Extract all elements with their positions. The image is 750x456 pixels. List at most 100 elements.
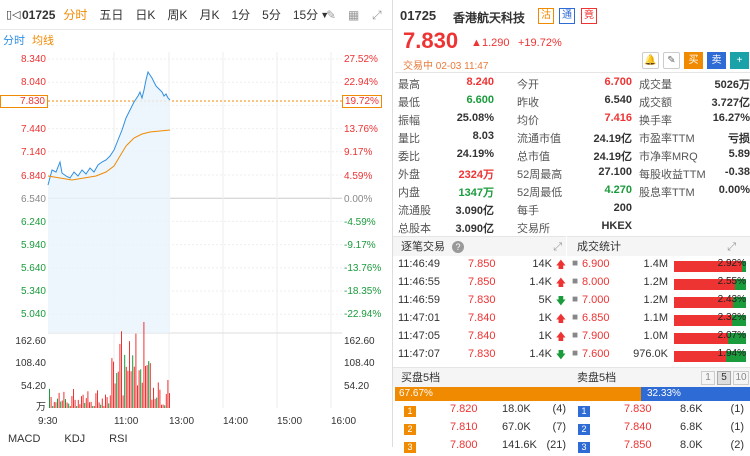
axis-left-3: 7.440 — [20, 124, 46, 135]
tab-rsi[interactable]: RSI — [109, 433, 127, 445]
ask-orders: (1) — [730, 421, 744, 433]
quote-label: 52周最高 — [517, 169, 563, 181]
stat-volume: 1.4M — [643, 258, 668, 270]
buy-button[interactable]: 买 — [684, 52, 703, 69]
volume-bar — [87, 391, 89, 408]
axis-right-10: -18.35% — [344, 286, 382, 297]
tick-price: 7.850 — [468, 276, 496, 288]
quote-label: 总股本 — [398, 223, 431, 235]
add-watch-button[interactable]: + — [730, 52, 749, 69]
tick-time: 11:47:05 — [398, 330, 441, 342]
stat-volume: 976.0K — [633, 348, 668, 360]
price-area — [48, 72, 170, 333]
bid-volume: 141.6K — [502, 439, 537, 451]
bid-orders: (21) — [546, 439, 566, 451]
volume-bar — [127, 370, 129, 408]
depth-1-button[interactable]: 1 — [701, 371, 715, 385]
quote-value: 8.03 — [472, 130, 494, 142]
quote-value: 6.600 — [466, 94, 494, 106]
ask-orders: (1) — [730, 403, 744, 415]
axis-left-6: 6.540 — [20, 194, 46, 205]
quote-value: -0.38 — [724, 166, 750, 178]
tick-price: 7.850 — [468, 258, 496, 270]
quote-value: 6.700 — [604, 76, 632, 88]
bid-ratio-bar: 67.67% — [395, 387, 641, 401]
ticks-header: 逐笔交易 ? ⤢ — [393, 236, 566, 256]
ask-level: 2 — [578, 424, 590, 435]
axis-left-11: 5.040 — [20, 309, 46, 320]
quote-label: 均价 — [517, 115, 539, 127]
time-1500: 15:00 — [277, 416, 303, 427]
ask-ratio: 32.33% — [647, 388, 681, 399]
tick-volume: 1.4K — [529, 348, 552, 360]
tick-price: 7.840 — [468, 330, 496, 342]
badge-connect: 通 — [559, 8, 575, 24]
quote-value: 2324万 — [458, 169, 494, 181]
stat-row: ■ 7.000 1.2M 2.43% — [572, 294, 750, 312]
quote-row: 最高 8.240 今开 6.700 成交量 5026万 — [398, 76, 750, 93]
ask-price: 7.850 — [624, 439, 652, 451]
stat-bullet-icon: ■ — [572, 294, 579, 305]
volume-bar — [57, 398, 58, 408]
expand-ticks-icon[interactable]: ⤢ — [553, 237, 562, 257]
bid-volume: 18.0K — [502, 403, 531, 415]
stat-percent: 2.07% — [717, 330, 746, 341]
volume-bar — [111, 358, 113, 408]
depth-10-button[interactable]: 10 — [733, 371, 749, 385]
volume-bar — [113, 361, 114, 408]
ask-volume: 8.6K — [680, 403, 703, 415]
bell-icon[interactable]: 🔔 — [642, 52, 659, 69]
tab-kdj[interactable]: KDJ — [64, 433, 85, 445]
bid-price: 7.800 — [450, 439, 478, 451]
volume-bar — [50, 396, 52, 408]
volume-bar — [133, 366, 135, 408]
volume-bar — [169, 393, 170, 408]
volume-bar — [68, 403, 70, 408]
quote-label: 昨收 — [517, 97, 539, 109]
stat-percent: 2.32% — [717, 312, 746, 323]
sell-button[interactable]: 卖 — [707, 52, 726, 69]
stat-percent: 1.94% — [717, 348, 746, 359]
volume-bar — [61, 400, 63, 408]
quote-value: 亏损 — [728, 133, 750, 145]
tab-macd[interactable]: MACD — [8, 433, 40, 445]
volume-bar — [116, 372, 118, 408]
percent-change: +19.72% — [518, 37, 562, 49]
volume-bar — [162, 404, 164, 408]
volume-bar — [125, 366, 127, 408]
bid-level: 1 — [404, 406, 416, 417]
depth-5-button[interactable]: 5 — [717, 371, 731, 385]
quote-label: 成交额 — [639, 97, 672, 109]
tick-price: 7.840 — [468, 312, 496, 324]
axis-right-4: 9.17% — [344, 147, 373, 158]
axis-right-6: 0.00% — [344, 194, 373, 205]
bid-level: 3 — [404, 442, 416, 453]
stat-percent: 2.92% — [717, 258, 746, 269]
axis-right-11: -22.94% — [344, 309, 382, 320]
quote-label: 最高 — [398, 79, 420, 91]
ask-row: 1 7.830 8.6K (1) — [574, 403, 744, 420]
tick-volume: 5K — [538, 294, 552, 306]
quote-label: 每股收益TTM — [639, 169, 706, 181]
quote-label: 今开 — [517, 79, 539, 91]
axis-left-8: 5.940 — [20, 240, 46, 251]
axis-right-5: 4.59% — [344, 171, 373, 182]
expand-stats-icon[interactable]: ⤢ — [727, 237, 736, 257]
tick-volume: 1K — [538, 312, 552, 324]
volume-bar — [81, 396, 82, 408]
help-icon[interactable]: ? — [452, 241, 465, 253]
quote-label: 流通市值 — [517, 133, 561, 145]
quote-label: 内盘 — [398, 187, 420, 199]
note-icon[interactable]: ✎ — [663, 52, 680, 69]
tick-volume: 14K — [532, 258, 552, 270]
volume-bar — [148, 361, 150, 408]
quote-label: 交易所 — [517, 223, 550, 235]
quote-value: HKEX — [601, 220, 632, 232]
quote-label: 股息率TTM — [639, 187, 695, 199]
volume-bar — [156, 397, 158, 408]
tick-price: 7.830 — [468, 294, 496, 306]
volume-bar — [63, 391, 65, 408]
quote-row: 总股本 3.090亿 交易所 HKEX — [398, 220, 750, 237]
stats-header: 成交统计 ⤢ — [567, 236, 750, 256]
quote-value: 3.090亿 — [455, 205, 494, 217]
